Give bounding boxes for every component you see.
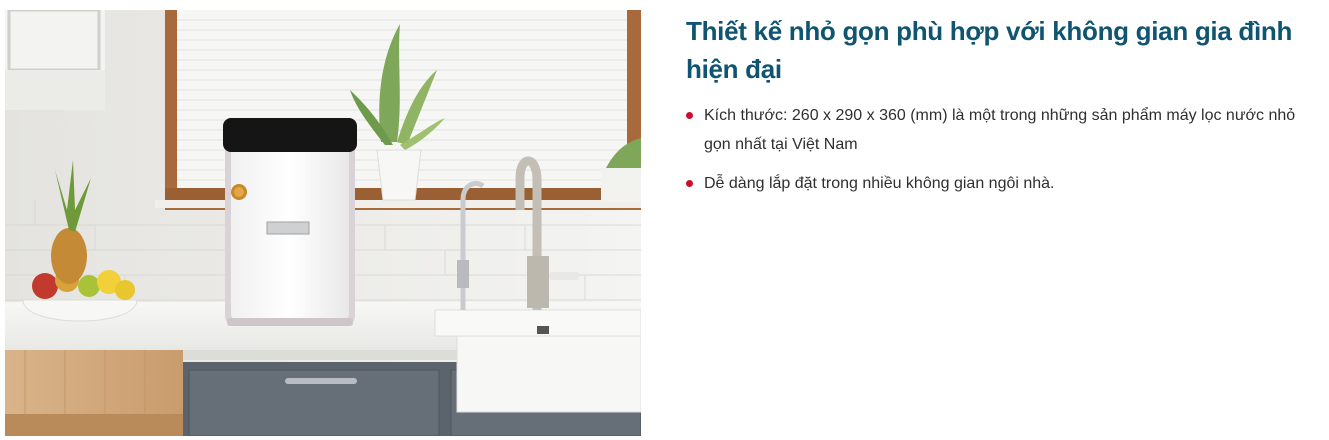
feature-title: Thiết kế nhỏ gọn phù hợp với không gian …: [686, 16, 1293, 84]
bullet-dot-icon: [686, 180, 693, 187]
feature-bullet-install: Dễ dàng lắp đặt trong nhiều không gian n…: [686, 169, 1326, 198]
feature-bullet-text: Kích thước: 260 x 290 x 360 (mm) là một …: [704, 107, 1296, 153]
product-photo: [5, 10, 641, 436]
feature-bullet-size: Kích thước: 260 x 290 x 360 (mm) là một …: [686, 101, 1326, 159]
feature-bullet-text: Dễ dàng lắp đặt trong nhiều không gian n…: [704, 175, 1055, 192]
bullet-dot-icon: [686, 112, 693, 119]
feature-panel: Thiết kế nhỏ gọn phù hợp với không gian …: [686, 12, 1326, 208]
feature-list: Kích thước: 260 x 290 x 360 (mm) là một …: [686, 101, 1326, 198]
